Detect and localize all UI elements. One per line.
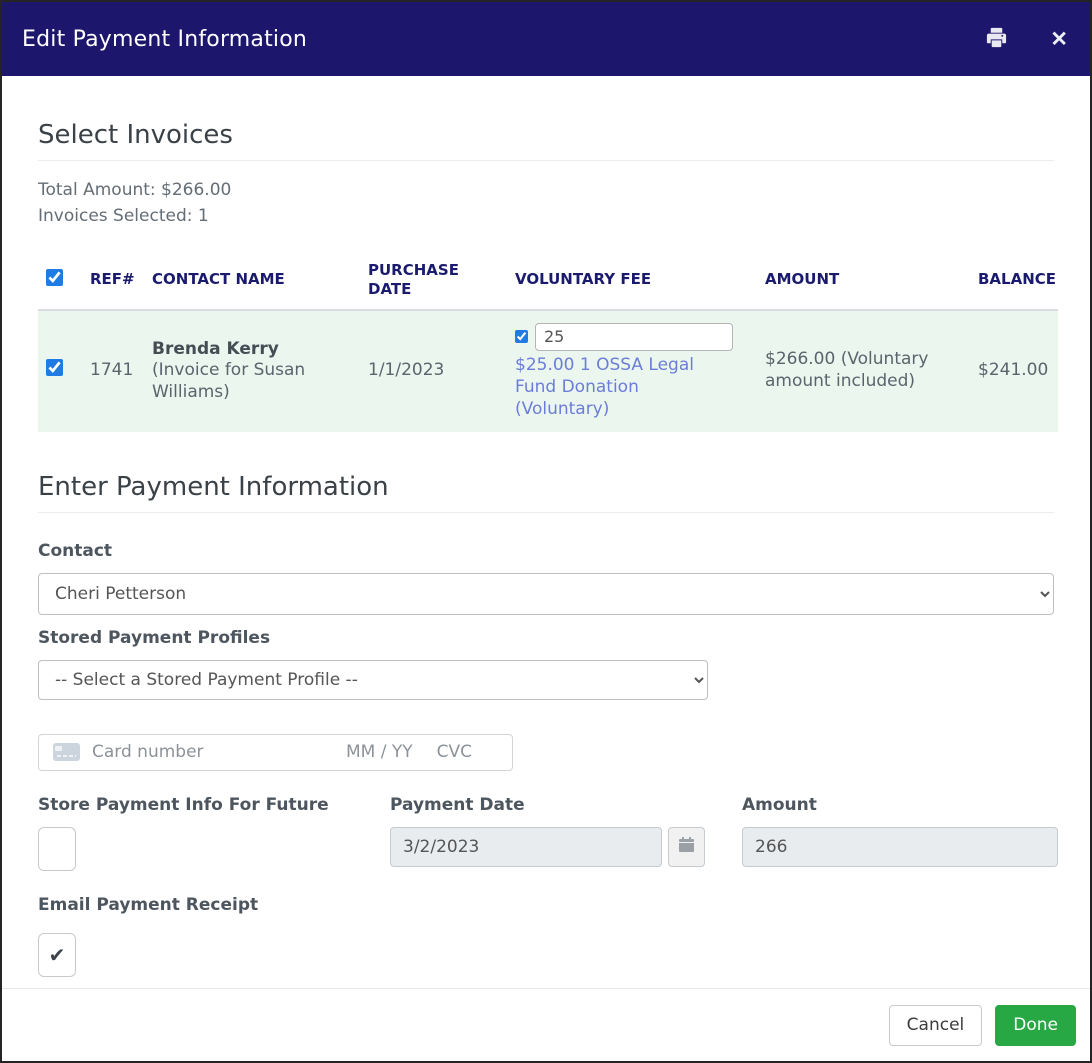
store-info-label: Store Payment Info For Future <box>38 794 329 815</box>
payment-date-label: Payment Date <box>390 794 525 815</box>
amount-label: Amount <box>742 794 817 815</box>
store-info-group: Store Payment Info For Future ✔ <box>38 795 390 871</box>
close-button[interactable]: ✕ <box>1050 29 1068 50</box>
invoice-summary: Total Amount: $266.00 Invoices Selected:… <box>38 177 1054 229</box>
ref-cell: 1741 <box>82 309 144 432</box>
calendar-button[interactable] <box>668 826 705 867</box>
stored-profiles-select[interactable]: -- Select a Stored Payment Profile -- <box>38 659 708 700</box>
voluntary-fee-link[interactable]: $25.00 1 OSSA Legal Fund Donation (Volun… <box>515 354 733 420</box>
done-button[interactable]: Done <box>995 1004 1076 1046</box>
column-header-ref: REF# <box>82 251 144 311</box>
email-receipt-label: Email Payment Receipt <box>38 894 259 915</box>
column-header-amount: AMOUNT <box>757 251 970 311</box>
email-receipt-checkbox[interactable]: ✔ <box>38 932 76 977</box>
payment-date-input[interactable] <box>390 826 662 867</box>
modal-title: Edit Payment Information <box>22 26 308 52</box>
column-header-balance: BALANCE <box>970 251 1058 311</box>
balance-cell: $241.00 <box>970 309 1058 432</box>
card-number-placeholder: Card number <box>92 742 204 763</box>
contact-name-bold: Brenda Kerry <box>152 338 279 359</box>
edit-payment-modal: Edit Payment Information ✕ Select Invoic… <box>0 0 1092 1063</box>
print-button[interactable] <box>985 26 1008 52</box>
voluntary-fee-checkbox[interactable] <box>515 328 528 345</box>
card-cvc-placeholder: CVC <box>436 742 472 763</box>
select-invoices-heading: Select Invoices <box>38 120 1054 161</box>
amount-input[interactable] <box>742 826 1058 867</box>
amount-group: Amount <box>742 795 1058 871</box>
select-all-checkbox[interactable] <box>46 268 63 286</box>
contact-name-cell: Brenda Kerry (Invoice for Susan Williams… <box>144 309 360 432</box>
card-expiry-placeholder: MM / YY <box>345 742 413 763</box>
calendar-icon <box>679 837 694 856</box>
purchase-date-cell: 1/1/2023 <box>360 309 507 432</box>
store-info-checkbox[interactable]: ✔ <box>38 826 76 871</box>
payment-options-row: Store Payment Info For Future ✔ Payment … <box>38 795 1058 871</box>
modal-body: Select Invoices Total Amount: $266.00 In… <box>2 76 1090 988</box>
print-icon <box>985 26 1008 52</box>
table-header-row: REF# CONTACT NAME PURCHASE DATE VOLUNTAR… <box>38 251 1058 311</box>
email-receipt-checkmark-icon: ✔ <box>48 942 66 967</box>
column-header-contact-name: CONTACT NAME <box>144 251 360 311</box>
total-amount-text: Total Amount: $266.00 <box>38 180 232 200</box>
modal-footer: Cancel Done <box>2 988 1090 1061</box>
payment-date-group: Payment Date <box>390 795 742 871</box>
enter-payment-heading: Enter Payment Information <box>38 472 1054 513</box>
invoice-row: 1741 Brenda Kerry (Invoice for Susan Wil… <box>38 309 1058 432</box>
row-select-checkbox[interactable] <box>46 359 63 377</box>
voluntary-fee-cell: $25.00 1 OSSA Legal Fund Donation (Volun… <box>507 309 757 432</box>
column-header-purchase-date: PURCHASE DATE <box>360 251 507 311</box>
contact-name-suffix: (Invoice for Susan Williams) <box>152 360 306 403</box>
amount-cell: $266.00 (Voluntary amount included) <box>757 309 970 432</box>
header-actions: ✕ <box>985 26 1068 52</box>
stored-profiles-label: Stored Payment Profiles <box>38 627 271 648</box>
cancel-button[interactable]: Cancel <box>888 1004 983 1046</box>
voluntary-fee-input[interactable] <box>535 322 733 351</box>
contact-label: Contact <box>38 540 113 561</box>
invoices-table: REF# CONTACT NAME PURCHASE DATE VOLUNTAR… <box>38 251 1058 432</box>
column-header-voluntary-fee: VOLUNTARY FEE <box>507 251 757 311</box>
credit-card-icon <box>53 743 80 762</box>
close-icon: ✕ <box>1050 27 1068 51</box>
invoices-selected-text: Invoices Selected: 1 <box>38 206 209 226</box>
contact-select[interactable]: Cheri Petterson <box>38 572 1054 615</box>
card-number-field[interactable]: Card number MM / YY CVC <box>38 733 513 771</box>
modal-header: Edit Payment Information ✕ <box>2 2 1090 76</box>
